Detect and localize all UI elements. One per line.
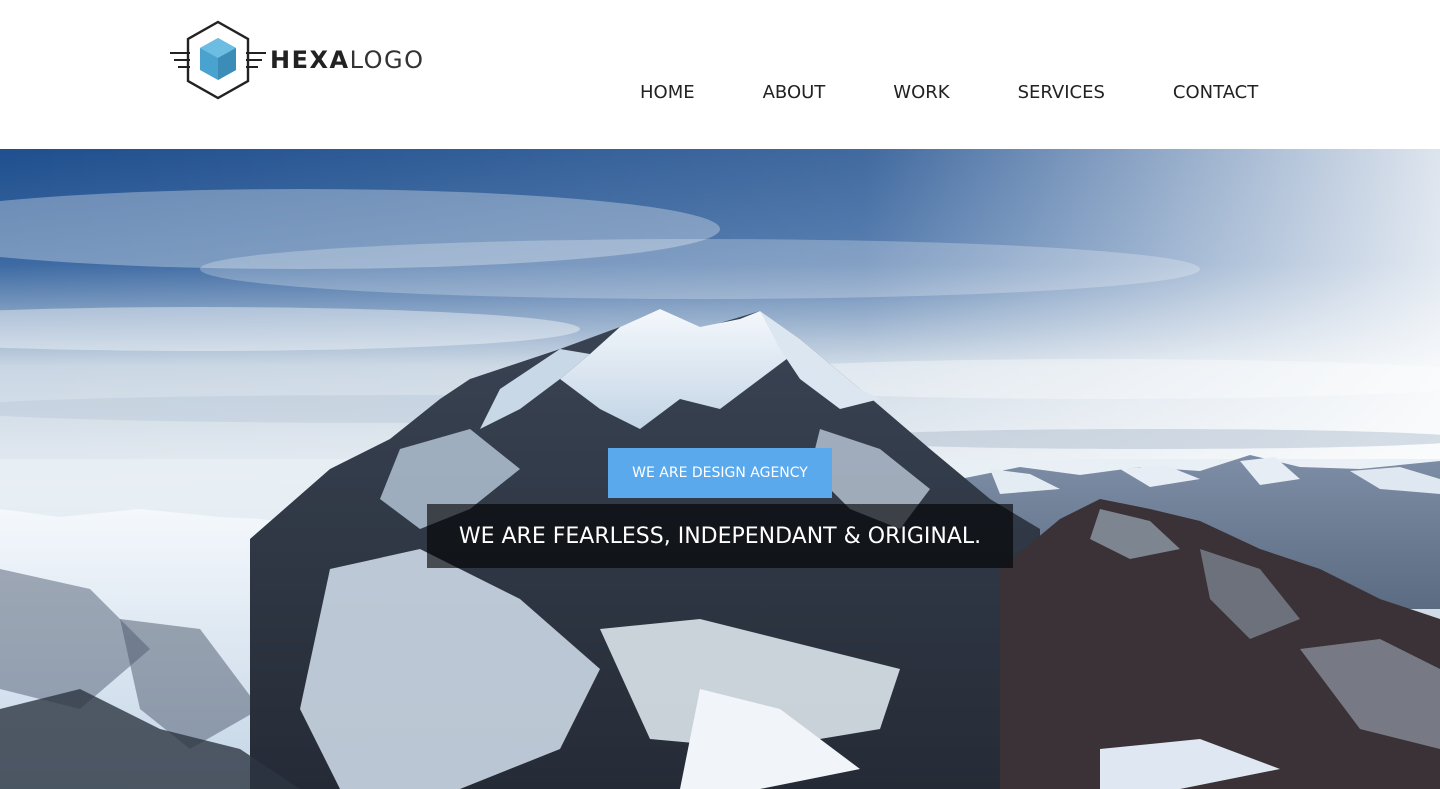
site-header: HEXALOGO HOME ABOUT WORK SERVICES CONTAC… bbox=[0, 0, 1440, 149]
logo-wordmark: HEXALOGO bbox=[270, 46, 424, 74]
agency-badge[interactable]: WE ARE DESIGN AGENCY bbox=[608, 448, 832, 498]
nav-about[interactable]: ABOUT bbox=[763, 82, 826, 103]
nav-contact[interactable]: CONTACT bbox=[1173, 82, 1258, 103]
brand-logo[interactable]: HEXALOGO bbox=[168, 18, 424, 102]
main-nav: HOME ABOUT WORK SERVICES CONTACT bbox=[640, 80, 1258, 104]
nav-work[interactable]: WORK bbox=[893, 82, 949, 103]
nav-services[interactable]: SERVICES bbox=[1018, 82, 1105, 103]
logo-bold-text: HEXA bbox=[270, 46, 350, 74]
logo-light-text: LOGO bbox=[349, 46, 425, 74]
nav-home[interactable]: HOME bbox=[640, 82, 695, 103]
hexagon-logo-icon bbox=[170, 20, 266, 100]
hero-headline: WE ARE FEARLESS, INDEPENDANT & ORIGINAL. bbox=[427, 504, 1013, 568]
hero-section: WE ARE DESIGN AGENCY WE ARE FEARLESS, IN… bbox=[0, 149, 1440, 789]
